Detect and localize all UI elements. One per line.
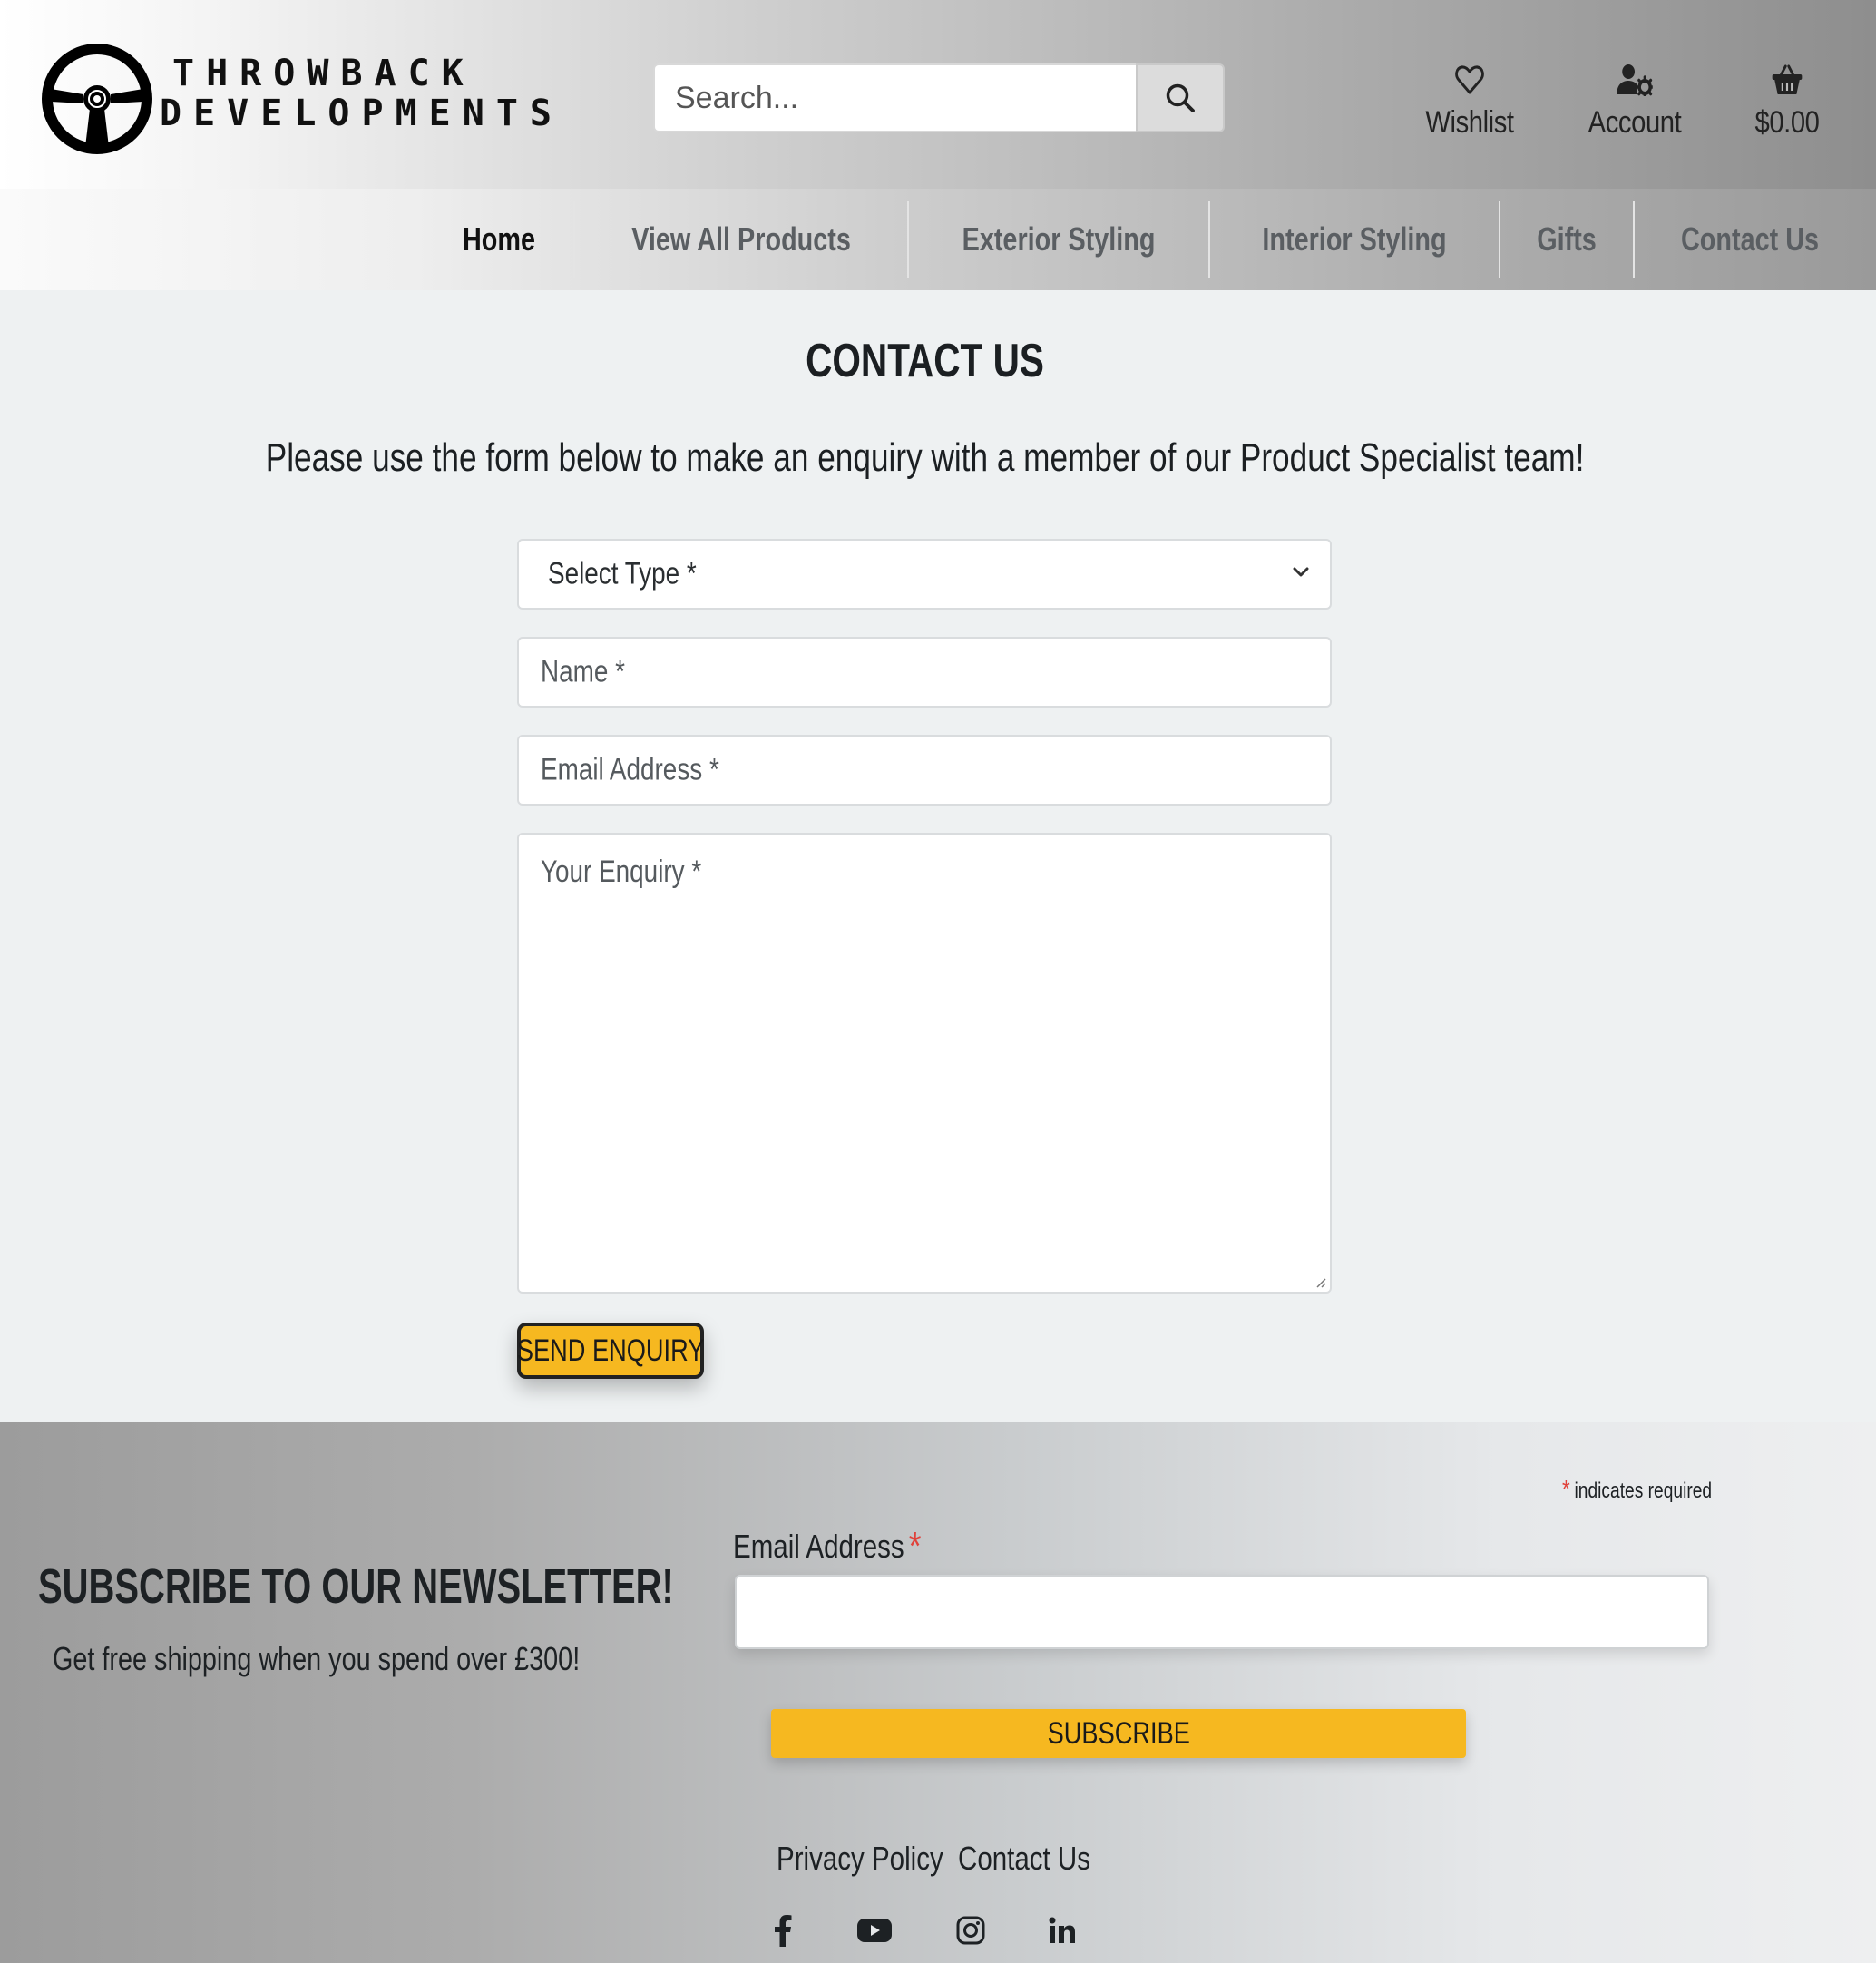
subscribe-button[interactable]: SUBSCRIBE: [771, 1709, 1466, 1758]
user-gear-icon: [1617, 64, 1653, 96]
enquiry-textarea[interactable]: Your Enquiry *: [517, 833, 1332, 1294]
footer-contact-link[interactable]: Contact Us: [958, 1840, 1090, 1878]
required-note: * indicates required: [1562, 1475, 1713, 1503]
nav-item-gifts[interactable]: Gifts: [1499, 201, 1633, 278]
logo-text-line2: DEVELOPMENTS: [160, 93, 563, 134]
chevron-down-icon: [1293, 567, 1309, 577]
instagram-icon: [956, 1916, 985, 1945]
required-star: *: [1562, 1475, 1570, 1503]
search-input[interactable]: [653, 63, 1136, 132]
heart-icon: [1455, 65, 1484, 94]
cart-total: $0.00: [1754, 105, 1820, 140]
enquiry-type-value: Select Type *: [548, 556, 697, 591]
search-bar: [653, 63, 1225, 132]
main-nav: Home View All Products Exterior Styling …: [0, 189, 1876, 290]
email-field[interactable]: Email Address *: [517, 735, 1332, 806]
youtube-link[interactable]: [856, 1910, 893, 1950]
nav-item-view-all-products[interactable]: View All Products: [573, 201, 907, 278]
logo-text-line1: THROWBACK: [172, 53, 475, 94]
intro-text: Please use the form below to make an enq…: [266, 435, 1585, 480]
nav-item-exterior-styling[interactable]: Exterior Styling: [907, 201, 1208, 278]
site-footer: SUBSCRIBE TO OUR NEWSLETTER! Get free sh…: [0, 1422, 1876, 1963]
site-header: THROWBACK DEVELOPMENTS Wishlist: [0, 0, 1876, 290]
wishlist-link[interactable]: Wishlist: [1422, 60, 1516, 151]
wishlist-label: Wishlist: [1425, 105, 1514, 140]
page-title: CONTACT US: [806, 335, 1045, 387]
logo[interactable]: THROWBACK DEVELOPMENTS: [40, 40, 552, 158]
instagram-link[interactable]: [956, 1910, 985, 1950]
resize-handle-icon[interactable]: [1315, 1277, 1326, 1288]
newsletter-title: SUBSCRIBE TO OUR NEWSLETTER!: [38, 1559, 674, 1614]
cart-link[interactable]: $0.00: [1748, 60, 1826, 151]
send-enquiry-button[interactable]: SEND ENQUIRY: [517, 1323, 704, 1379]
linkedin-icon: [1049, 1917, 1075, 1943]
steering-wheel-icon: [42, 44, 152, 154]
search-icon: [1166, 83, 1195, 112]
facebook-icon: [775, 1915, 792, 1947]
newsletter-subtitle: Get free shipping when you spend over £3…: [53, 1640, 581, 1677]
account-link[interactable]: Account: [1587, 60, 1684, 151]
nav-item-contact-us[interactable]: Contact Us: [1633, 201, 1865, 278]
basket-icon: [1772, 64, 1803, 94]
newsletter-email-label: Email Address *: [733, 1524, 922, 1568]
enquiry-type-select[interactable]: Select Type *: [517, 539, 1332, 610]
top-bar: THROWBACK DEVELOPMENTS Wishlist: [0, 0, 1876, 189]
name-placeholder: Name *: [541, 654, 625, 689]
nav-item-interior-styling[interactable]: Interior Styling: [1208, 201, 1499, 278]
enquiry-placeholder: Your Enquiry *: [541, 855, 702, 889]
facebook-link[interactable]: [773, 1910, 793, 1950]
name-field[interactable]: Name *: [517, 637, 1332, 708]
account-label: Account: [1588, 105, 1682, 140]
nav-item-home[interactable]: Home: [425, 201, 573, 278]
linkedin-link[interactable]: [1049, 1910, 1076, 1950]
newsletter-email-input[interactable]: [735, 1575, 1709, 1649]
privacy-policy-link[interactable]: Privacy Policy: [777, 1840, 943, 1878]
search-button[interactable]: [1136, 63, 1225, 132]
youtube-icon: [857, 1919, 892, 1942]
required-star: *: [908, 1524, 922, 1568]
email-placeholder: Email Address *: [541, 752, 719, 787]
